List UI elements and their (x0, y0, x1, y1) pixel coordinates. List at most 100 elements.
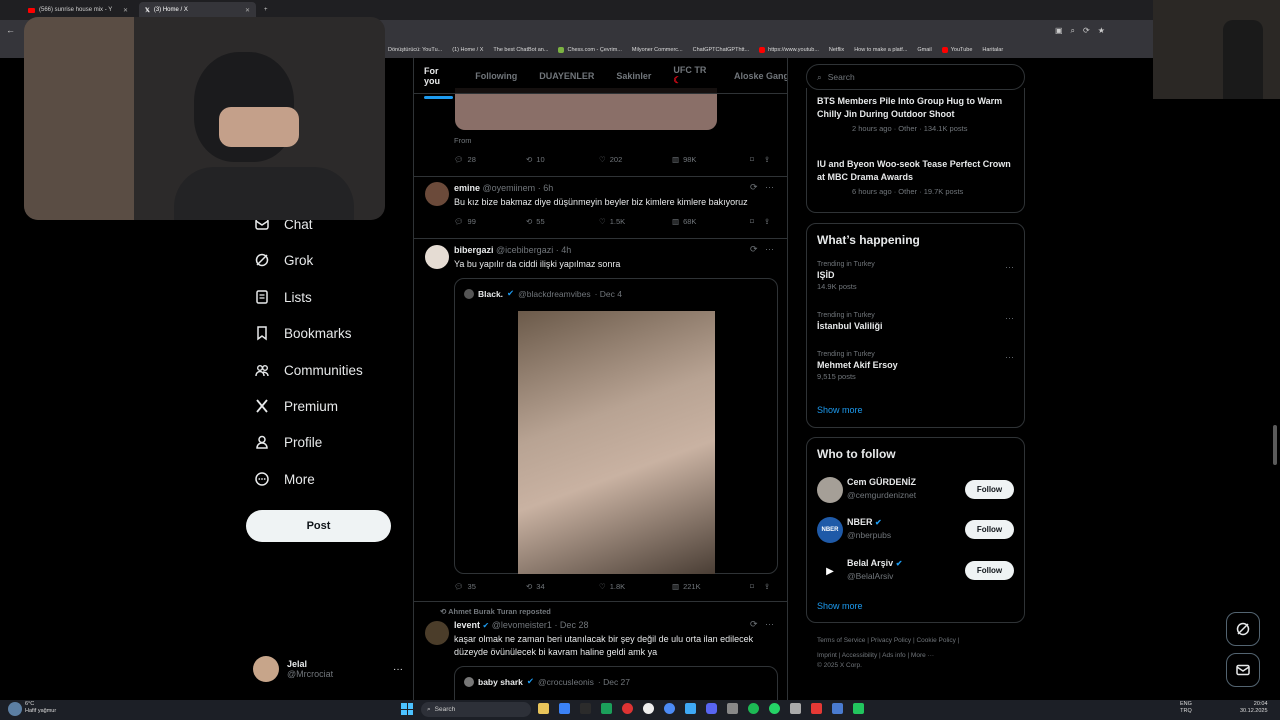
close-icon[interactable]: ✕ (245, 7, 250, 14)
tweet-time[interactable]: · Dec 28 (554, 620, 588, 630)
tab-sakinler[interactable]: Sakinler (616, 71, 651, 81)
more-dots-icon[interactable]: ··· (765, 244, 774, 254)
bookmark[interactable]: (1) Home / X (452, 47, 483, 53)
post-button[interactable]: Post (246, 510, 391, 542)
new-tab-button[interactable]: + (258, 2, 274, 18)
bookmark[interactable]: ChatGPTChatGPThtt... (693, 47, 750, 53)
whatsapp-icon[interactable] (769, 703, 780, 714)
bookmark[interactable]: Haritalar (982, 47, 1003, 53)
tab-duayenler[interactable]: DUAYENLER (539, 71, 594, 81)
messages-float-button[interactable] (1226, 653, 1260, 687)
nav-item-lists[interactable]: Lists (254, 289, 312, 305)
news-item[interactable]: BTS Members Pile Into Group Hug to Warm … (817, 95, 1017, 133)
app-icon[interactable] (811, 703, 822, 714)
grok-icon[interactable]: ⟳ (750, 244, 758, 255)
app-icon[interactable] (832, 703, 843, 714)
user-name[interactable]: levent (454, 620, 480, 630)
search-input[interactable]: ⌕ Search (806, 64, 1025, 90)
more-dots-icon[interactable]: ··· (393, 664, 403, 675)
tweet-time[interactable]: · 4h (556, 245, 572, 255)
share-icon[interactable]: ⇪ (764, 155, 770, 164)
app-icon[interactable] (580, 703, 591, 714)
trend-item[interactable]: Trending in Turkey IŞİD 14.9K posts (817, 261, 1017, 291)
user-handle[interactable]: @levomeister1 (492, 620, 552, 630)
news-item[interactable]: IU and Byeon Woo-seok Tease Perfect Crow… (817, 158, 1017, 196)
views-count[interactable]: ▥ 98K (672, 155, 750, 164)
app-icon[interactable] (853, 703, 864, 714)
bookmark[interactable]: YouTube (941, 47, 972, 53)
bookmark[interactable]: Gmail (917, 47, 931, 53)
app-icon[interactable] (559, 703, 570, 714)
quote-tweet[interactable]: baby shark ✔︎ @crocusleonis · Dec 27 (454, 666, 778, 700)
avatar[interactable] (425, 245, 449, 269)
bookmark[interactable]: The best ChatBot an... (493, 47, 548, 53)
more-dots-icon[interactable]: ··· (1005, 262, 1014, 272)
reply-button[interactable]: 💬︎ 35 (454, 582, 526, 591)
nav-item-bookmarks[interactable]: Bookmarks (254, 325, 352, 341)
system-clock[interactable]: 20:04 30.12.2025 (1240, 701, 1268, 715)
repost-button[interactable]: ⟲ 34 (526, 582, 599, 591)
browser-tab-x[interactable]: 𝕏 (3) Home / X ✕ (139, 2, 256, 18)
tab-following[interactable]: Following (475, 71, 517, 81)
close-icon[interactable]: ✕ (123, 7, 128, 14)
language-indicator[interactable]: ENG TRQ (1180, 701, 1192, 715)
nav-item-grok[interactable]: Grok (254, 252, 313, 268)
trend-item[interactable]: Trending in Turkey İstanbul Valiliği (817, 312, 1017, 331)
chrome-icon[interactable] (664, 703, 675, 714)
user-name[interactable]: bibergazi (454, 245, 494, 255)
app-icon[interactable] (727, 703, 738, 714)
repost-button[interactable]: ⟲ 55 (526, 217, 599, 226)
page-scrollbar[interactable] (1273, 425, 1277, 465)
app-icon[interactable] (790, 703, 801, 714)
app-icon[interactable] (643, 703, 654, 714)
like-button[interactable]: ♡ 202 (599, 155, 672, 164)
like-button[interactable]: ♡ 1.5K (599, 217, 672, 226)
discord-icon[interactable] (706, 703, 717, 714)
nav-item-communities[interactable]: Communities (254, 362, 363, 378)
bookmark-icon[interactable]: ⌑ (750, 582, 754, 591)
nav-item-more[interactable]: More (254, 471, 315, 487)
spotify-icon[interactable] (748, 703, 759, 714)
footer-line[interactable]: Terms of Service | Privacy Policy | Cook… (817, 637, 1027, 644)
app-icon[interactable] (685, 703, 696, 714)
quote-tweet[interactable]: Black. ✔︎ @blackdreamvibes · Dec 4 (454, 278, 778, 574)
user-name[interactable]: emine (454, 183, 480, 193)
taskbar-search[interactable]: ⌕ Search (421, 702, 531, 717)
tab-aloske-gang[interactable]: Aloske Gang (734, 71, 787, 81)
user-handle[interactable]: @oyemiinem (483, 183, 536, 193)
bookmark-icon[interactable]: ⌑ (750, 217, 754, 226)
bookmark[interactable]: Netflix (829, 47, 844, 53)
weather-widget[interactable]: 6°C Hafif yağmur (25, 701, 56, 715)
follow-button[interactable]: Follow (965, 561, 1014, 580)
grok-icon[interactable]: ⟳ (750, 619, 758, 630)
follow-button[interactable]: Follow (965, 480, 1014, 499)
share-icon[interactable]: ⇪ (764, 582, 770, 591)
grok-float-button[interactable] (1226, 612, 1260, 646)
repost-button[interactable]: ⟲ 10 (526, 155, 599, 164)
bookmark[interactable]: Milyoner Commerc... (632, 47, 683, 53)
quote-image[interactable] (518, 311, 715, 574)
bookmark-icon[interactable]: ⌑ (750, 155, 754, 164)
bookmark[interactable]: https://www.youtub... (759, 47, 819, 53)
extension-icons[interactable]: ▣⌕⟳★ (1055, 26, 1113, 36)
weather-icon[interactable] (8, 702, 22, 716)
tab-ufc-tr[interactable]: UFC TR ☾ (673, 65, 712, 86)
more-dots-icon[interactable]: ··· (1005, 352, 1014, 362)
tweet-image[interactable] (455, 88, 717, 130)
back-icon[interactable]: ← (6, 25, 15, 35)
more-dots-icon[interactable]: ··· (765, 619, 774, 629)
tab-for-you[interactable]: For you (424, 66, 454, 99)
avatar[interactable] (425, 182, 449, 206)
account-switcher[interactable]: Jelal @Mrcrociat ··· (253, 655, 403, 683)
bookmark[interactable]: How to make a platf... (854, 47, 907, 53)
nav-item-premium[interactable]: Premium (254, 398, 338, 414)
bookmark[interactable]: Dönüştürücü: YouTu... (388, 47, 442, 53)
user-handle[interactable]: @icebibergazi (496, 245, 553, 255)
views-count[interactable]: ▥ 68K (672, 217, 750, 226)
follow-button[interactable]: Follow (965, 520, 1014, 539)
share-icon[interactable]: ⇪ (764, 217, 770, 226)
browser-tab-youtube[interactable]: (566) sunrise house mix - Y ✕ (22, 2, 134, 18)
like-button[interactable]: ♡ 1.8K (599, 582, 672, 591)
reply-button[interactable]: 💬︎ 99 (454, 217, 526, 226)
reply-button[interactable]: 💬︎ 28 (454, 155, 526, 164)
